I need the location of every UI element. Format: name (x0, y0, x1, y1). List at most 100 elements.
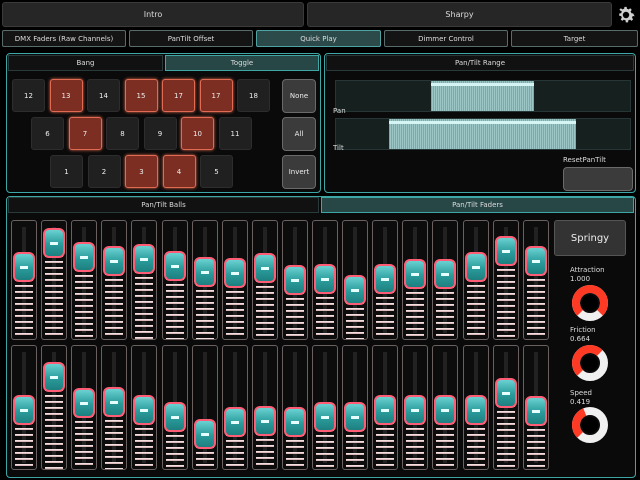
fixture-cell-2-3[interactable]: 4 (162, 155, 196, 188)
fader-1-12[interactable] (342, 220, 369, 340)
fader-2-10[interactable] (281, 345, 308, 470)
fixture-cell-1-5[interactable]: 11 (218, 117, 252, 150)
fader-1-15[interactable] (432, 220, 459, 340)
friction-knob[interactable] (570, 343, 610, 383)
fader-handle[interactable] (374, 264, 397, 295)
fader-handle[interactable] (73, 242, 96, 273)
fader-2-15[interactable] (432, 345, 459, 470)
fader-handle[interactable] (374, 395, 397, 426)
fixture-cell-0-0[interactable]: 12 (12, 79, 45, 112)
fader-handle[interactable] (103, 387, 126, 418)
fixture-cell-1-2[interactable]: 8 (106, 117, 139, 150)
fader-2-8[interactable] (221, 345, 248, 470)
fader-handle[interactable] (43, 228, 66, 259)
fader-handle[interactable] (133, 395, 156, 426)
toggle-tab[interactable]: Toggle (165, 55, 319, 71)
fader-2-2[interactable] (41, 345, 68, 470)
fixture-cell-2-1[interactable]: 2 (87, 155, 121, 188)
fader-1-10[interactable] (281, 220, 308, 340)
fader-1-16[interactable] (462, 220, 489, 340)
bang-tab[interactable]: Bang (8, 55, 163, 71)
invert-selection-button[interactable]: Invert (282, 155, 316, 189)
fader-handle[interactable] (464, 251, 487, 282)
fader-2-18[interactable] (522, 345, 549, 470)
fader-handle[interactable] (193, 419, 216, 450)
fader-handle[interactable] (283, 265, 306, 296)
fader-handle[interactable] (314, 402, 336, 433)
fixture-cell-0-6[interactable]: 18 (237, 79, 270, 112)
fader-2-16[interactable] (462, 345, 489, 470)
fader-handle[interactable] (464, 395, 487, 426)
fader-handle[interactable] (524, 396, 547, 427)
fader-handle[interactable] (434, 395, 457, 426)
fixture-cell-0-4[interactable]: 17 (162, 79, 195, 112)
fixture-cell-2-2[interactable]: 3 (125, 155, 158, 188)
fader-1-11[interactable] (312, 220, 338, 340)
fader-2-7[interactable] (191, 345, 218, 470)
fader-handle[interactable] (344, 401, 367, 432)
fader-handle[interactable] (103, 245, 126, 276)
fader-handle[interactable] (314, 264, 336, 295)
gear-icon[interactable] (614, 3, 638, 27)
speed-knob[interactable] (570, 405, 610, 445)
fader-2-5[interactable] (131, 345, 158, 470)
select-all-button[interactable]: All (282, 117, 316, 151)
tilt-range-slider[interactable] (335, 118, 631, 150)
intro-button[interactable]: Intro (2, 2, 304, 27)
fader-2-14[interactable] (402, 345, 429, 470)
fader-1-3[interactable] (71, 220, 98, 340)
fixture-cell-1-1[interactable]: 7 (68, 117, 102, 150)
fader-handle[interactable] (163, 401, 186, 432)
fixture-cell-0-5[interactable]: 17 (199, 79, 233, 112)
fader-2-11[interactable] (312, 345, 338, 470)
sharpy-button[interactable]: Sharpy (307, 2, 612, 27)
fixture-cell-2-4[interactable]: 5 (200, 155, 233, 188)
fader-handle[interactable] (163, 250, 186, 281)
fader-1-1[interactable] (11, 220, 37, 340)
fader-handle[interactable] (193, 256, 216, 287)
fader-1-2[interactable] (41, 220, 68, 340)
pan-range-slider[interactable] (335, 80, 631, 112)
tilt-range-fill[interactable] (389, 119, 577, 149)
fixture-cell-0-1[interactable]: 13 (49, 79, 83, 112)
fader-1-14[interactable] (402, 220, 429, 340)
fader-handle[interactable] (43, 362, 66, 393)
fader-2-9[interactable] (251, 345, 278, 470)
fader-2-6[interactable] (161, 345, 188, 470)
fader-handle[interactable] (283, 406, 306, 437)
fixture-cell-1-3[interactable]: 9 (143, 117, 177, 150)
fader-2-17[interactable] (492, 345, 519, 470)
reset-pantilt-button[interactable] (563, 167, 633, 191)
fader-handle[interactable] (434, 259, 457, 290)
fader-2-3[interactable] (71, 345, 98, 470)
fader-handle[interactable] (223, 406, 246, 437)
fixture-cell-0-2[interactable]: 14 (87, 79, 120, 112)
fader-handle[interactable] (253, 405, 276, 436)
tab-dimmer-control[interactable]: Dimmer Control (384, 30, 508, 47)
fader-2-4[interactable] (101, 345, 128, 470)
fader-handle[interactable] (404, 395, 427, 426)
tab-pantilt-faders[interactable]: Pan/Tilt Faders (321, 197, 634, 213)
fader-handle[interactable] (524, 245, 547, 276)
fader-handle[interactable] (133, 244, 156, 275)
tab-quick-play[interactable]: Quick Play (256, 30, 381, 47)
tab-dmx-faders[interactable]: DMX Faders (Raw Channels) (2, 30, 126, 47)
select-none-button[interactable]: None (282, 79, 316, 113)
fader-handle[interactable] (253, 252, 276, 283)
fixture-cell-1-0[interactable]: 6 (31, 117, 64, 150)
fader-2-13[interactable] (372, 345, 399, 470)
fixture-cell-2-0[interactable]: 1 (50, 155, 83, 188)
fader-handle[interactable] (494, 378, 517, 409)
fader-handle[interactable] (73, 388, 96, 419)
fader-1-4[interactable] (101, 220, 128, 340)
fader-handle[interactable] (344, 275, 367, 306)
fader-1-13[interactable] (372, 220, 399, 340)
fader-1-6[interactable] (161, 220, 188, 340)
fader-handle[interactable] (494, 235, 517, 266)
fader-1-7[interactable] (191, 220, 218, 340)
fader-1-5[interactable] (131, 220, 158, 340)
fader-handle[interactable] (223, 257, 246, 288)
attraction-knob[interactable] (570, 283, 610, 323)
springy-mode-button[interactable]: Springy (554, 220, 626, 256)
fixture-cell-1-4[interactable]: 10 (181, 117, 214, 150)
